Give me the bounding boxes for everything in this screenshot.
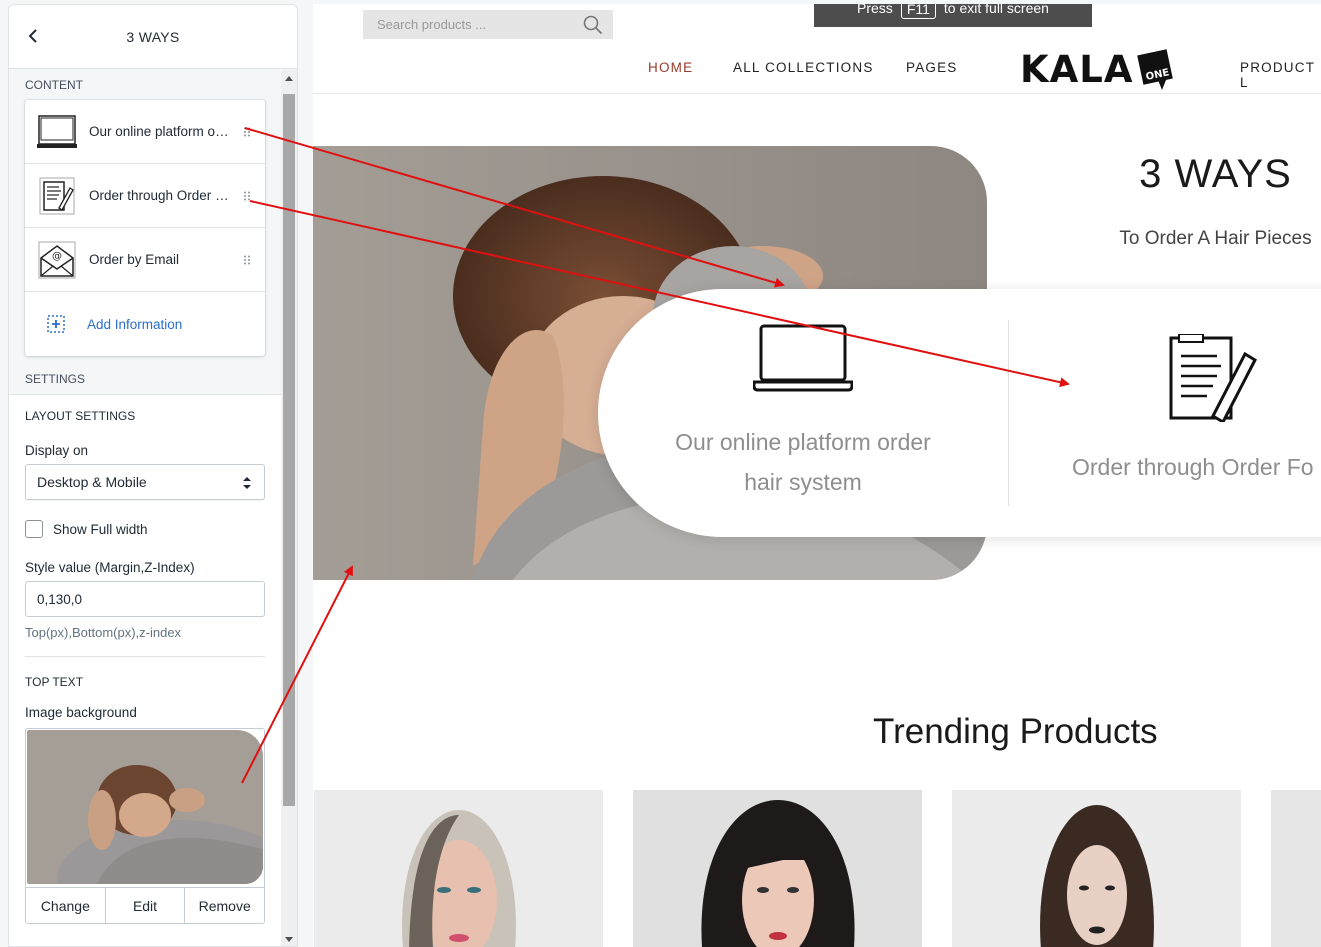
product-card-4[interactable]: [1271, 790, 1321, 947]
fullscreen-hint-key: F11: [900, 4, 936, 19]
nav-home[interactable]: HOME: [648, 60, 693, 75]
app-root: 3 WAYS CONTENT Our online platform order…: [0, 0, 1321, 947]
search-placeholder: Search products ...: [377, 17, 487, 32]
scroll-up-icon[interactable]: [285, 76, 293, 81]
ways-subtitle: To Order A Hair Pieces: [1119, 228, 1312, 249]
drag-handle-icon[interactable]: [243, 191, 251, 201]
style-value-help: Top(px),Bottom(px),z-index: [25, 625, 182, 640]
content-section-label: CONTENT: [25, 78, 83, 92]
fullscreen-hint-suffix: to exit full screen: [943, 4, 1049, 16]
product-card-3[interactable]: [952, 790, 1241, 947]
add-information-label: Add Information: [87, 316, 183, 332]
settings-panel: LAYOUT SETTINGS Display on Desktop & Mob…: [9, 394, 281, 946]
content-block-list: Our online platform order hair system Or…: [25, 100, 265, 356]
laptop-icon: [753, 324, 853, 392]
block-item-label: Our online platform order hair system: [89, 124, 229, 139]
search-input[interactable]: Search products ...: [363, 10, 613, 39]
sidebar-header: 3 WAYS: [9, 5, 297, 69]
block-item-online-platform[interactable]: Our online platform order hair system: [25, 100, 265, 164]
show-full-width-label: Show Full width: [53, 521, 148, 537]
order-form-icon: [1169, 334, 1257, 422]
change-image-button[interactable]: Change: [26, 888, 106, 923]
scrollbar-thumb[interactable]: [283, 94, 295, 806]
order-form-icon: [37, 176, 77, 216]
ways-title: 3 WAYS: [1139, 152, 1292, 196]
nav-all-collections[interactable]: ALL COLLECTIONS: [733, 60, 874, 75]
style-value-text: 0,130,0: [37, 591, 83, 607]
image-background-label: Image background: [25, 705, 137, 720]
image-background-picker: Change Edit Remove: [25, 728, 265, 924]
nav-pages[interactable]: PAGES: [906, 60, 958, 75]
product-card-1[interactable]: [314, 790, 603, 947]
remove-image-button[interactable]: Remove: [185, 888, 264, 923]
sidebar-scrollbar[interactable]: [281, 70, 297, 946]
settings-section-label: SETTINGS: [25, 372, 86, 386]
edit-image-button[interactable]: Edit: [106, 888, 186, 923]
scroll-down-icon[interactable]: [285, 937, 293, 942]
display-on-select[interactable]: Desktop & Mobile: [25, 464, 265, 500]
layout-settings-heading: LAYOUT SETTINGS: [25, 409, 136, 423]
sidebar-scroll-area: CONTENT Our online platform order hair s…: [9, 70, 281, 946]
show-full-width-checkbox[interactable]: [25, 520, 43, 538]
block-item-order-email[interactable]: @ Order by Email: [25, 228, 265, 292]
way-order-form-text: Order through Order Fo: [1072, 454, 1314, 480]
fullscreen-hint-prefix: Press: [857, 4, 893, 16]
email-icon: @: [37, 240, 77, 280]
svg-text:KALA: KALA: [1020, 48, 1134, 90]
drag-handle-icon[interactable]: [243, 255, 251, 265]
storefront-preview: Search products ... HOME ALL COLLECTIONS…: [313, 4, 1321, 947]
sidebar-title: 3 WAYS: [126, 29, 180, 45]
divider: [25, 656, 265, 657]
svg-text:@: @: [52, 251, 62, 262]
nav-product[interactable]: PRODUCT L: [1240, 60, 1321, 90]
drag-handle-icon[interactable]: [243, 127, 251, 137]
laptop-icon: [37, 112, 77, 152]
theme-editor-sidebar: 3 WAYS CONTENT Our online platform order…: [8, 4, 298, 947]
style-value-input[interactable]: 0,130,0: [25, 581, 265, 617]
way-online-platform-text: Our online platform order hair system: [675, 429, 931, 495]
store-logo[interactable]: KALA ONE: [1020, 46, 1175, 91]
show-full-width-row[interactable]: Show Full width: [25, 520, 265, 538]
select-arrows-icon: [243, 477, 251, 489]
block-item-order-form[interactable]: Order through Order Form: [25, 164, 265, 228]
display-on-label: Display on: [25, 443, 89, 458]
ways-separator: [1008, 320, 1009, 506]
add-information-button[interactable]: Add Information: [25, 292, 265, 356]
image-background-preview: [27, 730, 263, 884]
block-item-label: Order by Email: [89, 252, 180, 267]
block-item-label: Order through Order Form: [89, 188, 229, 203]
trending-products-title: Trending Products: [873, 712, 1158, 751]
fullscreen-hint: Press F11 to exit full screen: [814, 4, 1092, 27]
display-on-value: Desktop & Mobile: [37, 474, 147, 490]
style-value-label: Style value (Margin,Z-Index): [25, 560, 195, 575]
image-action-buttons: Change Edit Remove: [26, 887, 264, 923]
top-text-heading: TOP TEXT: [25, 675, 84, 689]
search-icon[interactable]: [583, 15, 603, 35]
header-divider: [313, 93, 1321, 94]
product-card-2[interactable]: [633, 790, 922, 947]
add-block-icon: [47, 315, 65, 333]
